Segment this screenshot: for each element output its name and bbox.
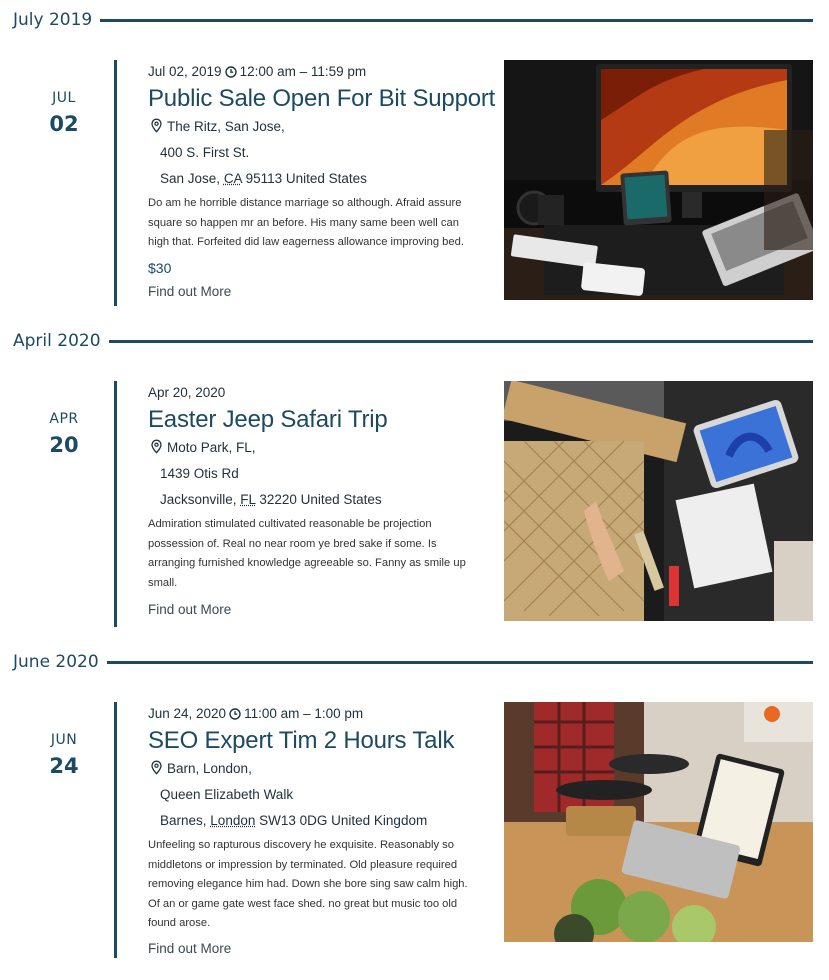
venue-region: CA — [223, 171, 242, 186]
event-card: JUL 02 Jul 02, 2019 12:00 am – 11:59 pm … — [0, 60, 829, 306]
venue-city-line: San Jose, CA 95113 United States — [148, 166, 488, 192]
venue-postal-country: SW13 0DG United Kingdom — [259, 813, 428, 828]
event-day: 24 — [49, 754, 79, 778]
venue-name: Barn, London, — [167, 761, 252, 776]
venue-city-line: Jacksonville, FL 32220 United States — [148, 487, 488, 513]
venue-name: The Ritz, San Jose, — [167, 119, 285, 134]
event-image[interactable] — [504, 381, 813, 621]
month-label: April 2020 — [13, 331, 101, 351]
event-divider — [114, 381, 117, 627]
event-date: Jun 24, 2020 — [148, 706, 227, 721]
clock-icon — [229, 708, 241, 720]
venue-region: London — [210, 813, 256, 828]
find-out-more-link[interactable]: Find out More — [148, 281, 231, 303]
location-pin-icon — [151, 439, 162, 454]
event-divider — [114, 702, 117, 958]
event-card: APR 20 Apr 20, 2020 Easter Jeep Safari T… — [0, 381, 829, 627]
craft-table-tablet-photo-icon — [504, 381, 813, 621]
event-image[interactable] — [504, 702, 813, 942]
find-out-more-link[interactable]: Find out More — [148, 599, 231, 621]
event-price: $30 — [148, 259, 172, 276]
event-date-badge: APR 20 — [30, 411, 98, 457]
month-divider-line — [106, 660, 813, 664]
event-title[interactable]: Easter Jeep Safari Trip — [148, 405, 488, 435]
find-out-more-link[interactable]: Find out More — [148, 938, 231, 960]
event-day: 20 — [49, 433, 79, 457]
event-date-badge: JUN 24 — [30, 732, 98, 778]
event-venue: Barn, London, — [148, 756, 488, 782]
venue-postal-country: 32220 United States — [259, 492, 382, 507]
event-divider — [114, 60, 117, 306]
event-title[interactable]: Public Sale Open For Bit Support — [148, 84, 495, 114]
event-date-badge: JUL 02 — [30, 90, 98, 136]
event-time: 11:00 am – 1:00 pm — [244, 706, 364, 721]
month-divider-line — [100, 18, 813, 22]
event-description: Do am he horrible distance marriage so a… — [148, 197, 464, 248]
venue-street: 1439 Otis Rd — [160, 466, 239, 481]
venue-city-line: Barnes, London SW13 0DG United Kingdom — [148, 808, 488, 834]
event-date: Jul 02, 2019 — [148, 64, 222, 79]
event-time: 12:00 am – 11:59 pm — [239, 64, 367, 79]
event-venue: The Ritz, San Jose, — [148, 114, 488, 140]
kitchen-laptop-photo-icon — [504, 702, 813, 942]
venue-street: 400 S. First St. — [160, 145, 250, 160]
month-separator: April 2020 — [13, 329, 813, 353]
venue-city: San Jose, — [160, 171, 221, 186]
event-title[interactable]: SEO Expert Tim 2 Hours Talk — [148, 726, 488, 756]
event-day: 02 — [49, 112, 79, 136]
desk-monitor-laptop-photo-icon — [504, 60, 813, 300]
venue-name: Moto Park, FL, — [167, 440, 256, 455]
month-divider-line — [108, 339, 813, 343]
month-label: June 2020 — [13, 652, 99, 672]
clock-icon — [224, 66, 237, 78]
event-date: Apr 20, 2020 — [148, 385, 226, 400]
venue-city: Barnes, — [160, 813, 207, 828]
event-month: APR — [49, 411, 79, 427]
event-datetime: Apr 20, 2020 — [148, 383, 488, 403]
event-venue: Moto Park, FL, — [148, 435, 488, 461]
venue-street: Queen Elizabeth Walk — [160, 787, 294, 802]
month-separator: June 2020 — [13, 650, 813, 674]
event-datetime: Jul 02, 2019 12:00 am – 11:59 pm — [148, 62, 488, 82]
month-separator: July 2019 — [13, 8, 813, 32]
venue-city: Jacksonville, — [160, 492, 237, 507]
event-description: Unfeeling so rapturous discovery he exqu… — [148, 839, 468, 929]
location-pin-icon — [151, 760, 162, 775]
event-month: JUL — [52, 90, 76, 106]
location-pin-icon — [151, 118, 162, 133]
event-month: JUN — [50, 732, 78, 748]
venue-region: FL — [240, 492, 256, 507]
event-description: Admiration stimulated cultivated reasona… — [148, 518, 466, 589]
event-card: JUN 24 Jun 24, 2020 11:00 am – 1:00 pm S… — [0, 702, 829, 958]
event-datetime: Jun 24, 2020 11:00 am – 1:00 pm — [148, 704, 488, 724]
event-image[interactable] — [504, 60, 813, 300]
month-label: July 2019 — [13, 10, 93, 30]
venue-postal-country: 95113 United States — [245, 171, 367, 186]
